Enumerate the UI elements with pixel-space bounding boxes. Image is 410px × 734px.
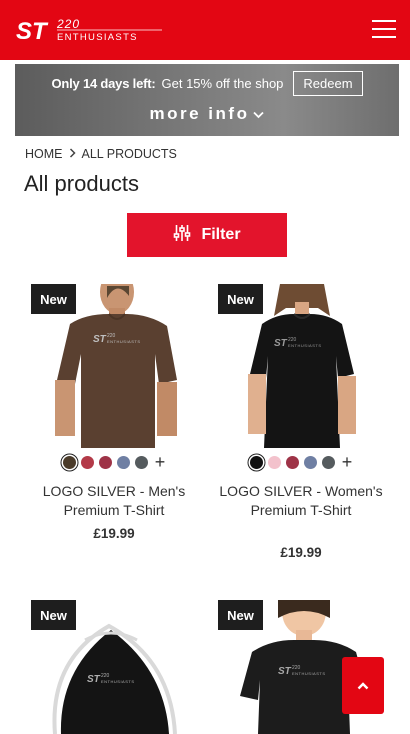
product-card[interactable]: New ST 220 ENTHUSIASTS + LOGO SILVER - M… [25, 284, 203, 554]
filter-label: Filter [201, 226, 241, 243]
color-swatch[interactable] [249, 456, 263, 469]
color-swatch[interactable] [98, 456, 112, 469]
chevron-down-icon [253, 108, 265, 122]
product-image[interactable]: New ST 220 ENTHUSIASTS [25, 284, 203, 448]
print-logo: ST [87, 674, 101, 685]
page-title: All products [24, 171, 139, 196]
color-swatch[interactable] [303, 456, 317, 469]
product-card[interactable]: New ST 220 ENTHUSIASTS [25, 600, 203, 734]
color-swatch[interactable] [285, 456, 299, 469]
more-info-label: more info [149, 104, 250, 123]
more-info-link[interactable]: more info [15, 104, 399, 124]
logo-prefix: ST [16, 18, 49, 45]
breadcrumb: HOME ALL PRODUCTS [25, 147, 177, 161]
color-swatch[interactable] [62, 456, 76, 469]
promo-offer: Get 15% off the shop [161, 75, 284, 91]
product-price: £19.99 [280, 545, 322, 560]
promo-banner: Only 14 days left: Get 15% off the shop … [15, 64, 399, 136]
new-badge: New [218, 600, 263, 630]
site-logo[interactable]: ST 220 ENTHUSIASTS [16, 17, 166, 45]
logo-suffix: ENTHUSIASTS [57, 32, 138, 43]
redeem-button[interactable]: Redeem [293, 70, 363, 96]
product-name[interactable]: LOGO SILVER - Women's Premium T-Shirt [212, 482, 390, 520]
product-price: £19.99 [93, 526, 135, 541]
new-badge: New [218, 284, 263, 314]
chevron-up-icon [357, 677, 369, 695]
product-image[interactable]: New ST 220 ENTHUSIASTS [212, 284, 390, 448]
color-swatch[interactable] [267, 456, 281, 469]
product-image[interactable]: New ST 220 ENTHUSIASTS [25, 600, 203, 734]
sliders-icon [173, 224, 191, 247]
color-swatch[interactable] [321, 456, 335, 469]
hamburger-icon[interactable] [372, 19, 396, 39]
breadcrumb-current: ALL PRODUCTS [81, 147, 177, 161]
product-name[interactable]: LOGO SILVER - Men's Premium T-Shirt [25, 482, 203, 520]
color-swatches: + [212, 453, 390, 471]
print-logo: ST [278, 666, 292, 677]
svg-text:ENTHUSIASTS: ENTHUSIASTS [107, 339, 141, 344]
site-header: ST 220 ENTHUSIASTS [0, 0, 410, 60]
filter-button[interactable]: Filter [127, 213, 287, 257]
color-swatches: + [25, 453, 203, 471]
print-logo: ST [93, 334, 107, 345]
color-swatch[interactable] [116, 456, 130, 469]
more-colors-icon[interactable]: + [342, 453, 353, 471]
new-badge: New [31, 600, 76, 630]
svg-text:ENTHUSIASTS: ENTHUSIASTS [288, 343, 322, 348]
print-logo: ST [274, 338, 288, 349]
chevron-right-icon [69, 147, 76, 161]
product-card[interactable]: New ST 220 ENTHUSIASTS + LOGO SILVER - W… [212, 284, 390, 574]
back-to-top-button[interactable] [342, 657, 384, 714]
svg-text:ENTHUSIASTS: ENTHUSIASTS [101, 679, 135, 684]
logo-number: 220 [56, 17, 80, 31]
svg-text:ENTHUSIASTS: ENTHUSIASTS [292, 671, 326, 676]
promo-line: Only 14 days left: Get 15% off the shop … [15, 70, 399, 96]
new-badge: New [31, 284, 76, 314]
color-swatch[interactable] [134, 456, 148, 469]
breadcrumb-home[interactable]: HOME [25, 147, 63, 161]
more-colors-icon[interactable]: + [155, 453, 166, 471]
color-swatch[interactable] [80, 456, 94, 469]
promo-deadline: Only 14 days left: [51, 75, 156, 91]
